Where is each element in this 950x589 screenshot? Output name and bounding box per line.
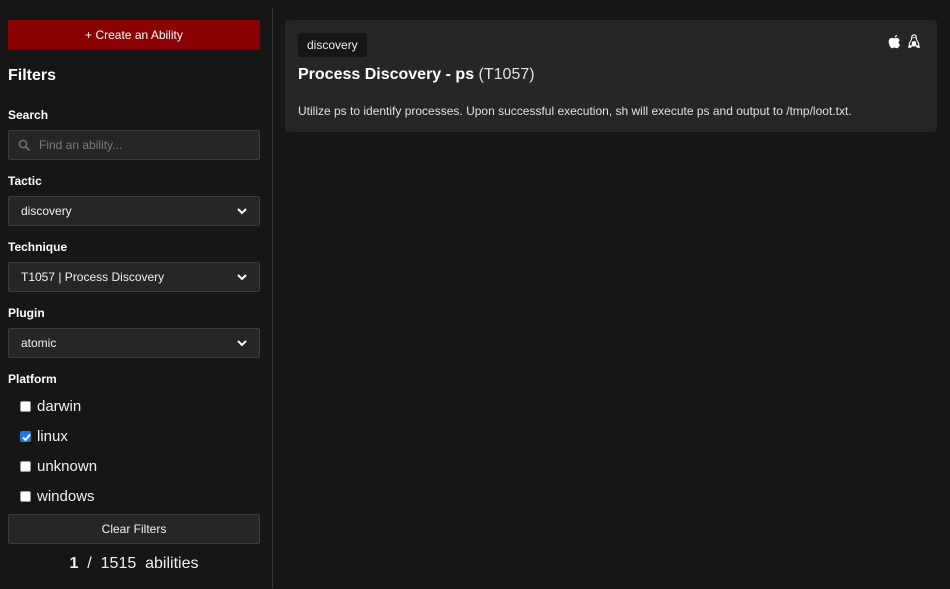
ability-count-separator: / (87, 555, 92, 572)
ability-description: Utilize ps to identify processes. Upon s… (298, 104, 852, 118)
apple-icon (888, 34, 900, 49)
platform-option-windows[interactable]: windows (20, 486, 95, 506)
ability-name: Process Discovery - ps (298, 66, 475, 83)
search-field[interactable] (8, 130, 260, 160)
platform-option-linux[interactable]: linux (20, 426, 68, 446)
ability-card[interactable]: discovery Process Discovery - ps (T1057)… (285, 20, 937, 132)
ability-count-shown: 1 (69, 555, 79, 572)
technique-select-value: T1057 | Process Discovery (21, 270, 165, 284)
clear-filters-button[interactable]: Clear Filters (8, 514, 260, 544)
platform-checkbox-unknown[interactable] (20, 460, 31, 472)
ability-title: Process Discovery - ps (T1057) (298, 66, 535, 84)
checkmark-icon (22, 433, 31, 441)
platform-label: Platform (8, 372, 57, 386)
platform-option-label: windows (37, 487, 95, 505)
search-input[interactable] (39, 131, 249, 159)
ability-count-total: 1515 (100, 555, 137, 572)
platform-option-label: darwin (37, 397, 82, 415)
linux-icon (908, 34, 920, 48)
tactic-label: Tactic (8, 174, 42, 188)
create-ability-button[interactable]: + Create an Ability (8, 20, 260, 50)
filters-sidebar: + Create an Ability Filters Search Tacti… (0, 0, 272, 589)
tactic-select[interactable]: discovery (8, 196, 260, 226)
technique-select[interactable]: T1057 | Process Discovery (8, 262, 260, 292)
platform-option-label: unknown (37, 457, 98, 475)
search-label: Search (8, 108, 49, 122)
search-icon (18, 139, 30, 151)
chevron-down-icon (237, 340, 247, 347)
tactic-select-value: discovery (21, 204, 72, 218)
filters-title: Filters (8, 67, 57, 84)
chevron-down-icon (237, 274, 247, 281)
platform-checkbox-darwin[interactable] (20, 400, 31, 412)
plugin-select-value: atomic (21, 336, 57, 350)
platform-checkbox-windows[interactable] (20, 490, 31, 502)
chevron-down-icon (237, 208, 247, 215)
plugin-select[interactable]: atomic (8, 328, 260, 358)
platform-checkbox-linux[interactable] (20, 430, 31, 442)
technique-label: Technique (8, 240, 68, 254)
platform-option-label: linux (37, 427, 68, 445)
sidebar-divider (272, 8, 273, 588)
tactic-tag: discovery (298, 33, 367, 57)
ability-count: 1 / 1515 abilities (8, 555, 260, 573)
ability-technique-id: (T1057) (478, 66, 535, 83)
platform-icons (888, 34, 921, 49)
ability-count-unit: abilities (145, 555, 199, 572)
plugin-label: Plugin (8, 306, 45, 320)
platform-option-darwin[interactable]: darwin (20, 396, 81, 416)
platform-option-unknown[interactable]: unknown (20, 456, 97, 476)
